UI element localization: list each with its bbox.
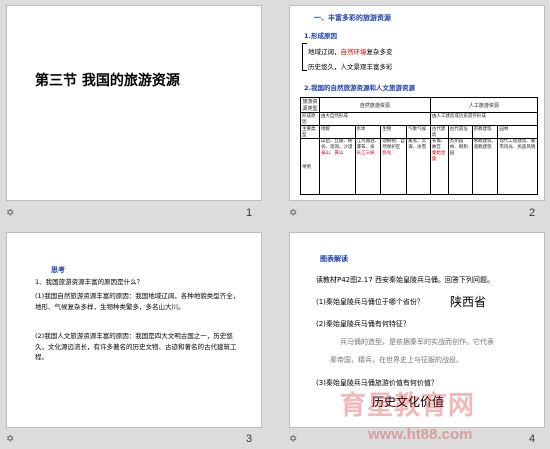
question: 读教材P42图2.17 西安秦始皇陵兵马俑。回答下列问题。 [316,276,494,284]
table-cell: 古代遗址 [447,125,473,139]
table-cell: 佛教建筑、道教建筑 [471,138,499,195]
table-cell: 气象气候 [406,125,431,139]
answer-paragraph: (1)我国自然旅游资源丰富的原因：我国地域辽阔，各种地貌类型齐全，地形、气候复杂… [35,292,240,311]
slide-number: 1 [246,207,253,219]
table-cell: 现代工程建筑、都市风光、民族风情 [497,138,538,195]
answer-paragraph: (2)我国人文旅游资源丰富的原因：我国是四大文明古国之一，历史悠久，文化源远流长… [35,332,237,361]
sub-heading: 1.形成原因 [304,32,337,40]
slide-star-icon: ✡ [289,208,298,219]
slide-star-icon: ✡ [6,434,15,445]
table-cell: 苏州园林、颐和园 [447,138,473,195]
slide-heading: 图表解读 [320,255,348,263]
table-cell: 长城、故宫 秦始皇陵 [429,138,449,195]
watermark-text: 育星教育网 [340,391,476,421]
table-header: 旅游资源类型 [300,97,320,113]
slide-title: 第三节 我国的旅游资源 [35,73,180,89]
slide-star-icon: ✡ [289,434,298,445]
table-header: 人工旅游资源 [429,97,539,113]
table-cell: 园林 [497,125,538,139]
slide-star-icon: ✡ [6,208,15,219]
cause-line-2: 历史悠久，人文景观丰富多彩 [308,63,393,71]
slide-3[interactable]: 思考 1、我国旅游资源丰富的原因是什么？ (1)我国自然旅游资源丰富的原因：我国… [6,232,262,428]
answer-line: 秦帝国，精兵，在世界史上与征服的战役。 [330,356,463,364]
table-cell: 生物 [380,125,408,139]
table-cell: 水体 [354,125,382,139]
table-cell: 古代建筑 [429,125,449,139]
table-cell: 由大自然形成 [318,112,431,126]
table-cell: 举例 [300,138,320,195]
table-cell: 由人工建造或历史遗存形成 [429,112,539,126]
slide-heading: 思考 [51,266,65,274]
slide-2[interactable]: 一、丰富多彩的旅游资源 1.形成原因 地域辽阔，自然环境复杂多变 历史悠久，人文… [289,5,545,201]
table-cell: 形成原因 [300,112,320,126]
table-cell: 宗教建筑 [471,125,499,139]
question: (1)秦始皇陵兵马俑位于哪个省份？ [316,298,424,306]
sub-heading: 2.我国的自然旅游资源和人文旅游资源 [304,84,415,92]
table-cell: 主要类型 [300,125,320,139]
slide-heading: 一、丰富多彩的旅游资源 [314,14,391,22]
cause-line-1: 地域辽阔，自然环境复杂多变 [308,48,393,56]
answer: 陕西省 [450,295,487,309]
table-cell: 江河湖泊、瀑布、泉 长江三峡 [354,138,382,195]
table-header: 自然旅游资源 [318,97,431,113]
answer-line: 兵马俑的造型，是依据秦军的实战而创作。它代表 [340,338,494,346]
table-cell: 山岳、丘陵、峡谷、溶洞、沙漠 泰山、黄山 [318,138,356,195]
question: 1、我国旅游资源丰富的原因是什么？ [35,278,144,286]
slide-1[interactable]: 第三节 我国的旅游资源 [6,5,262,201]
slide-number: 4 [529,433,536,445]
bracket [302,43,307,71]
watermark-url: www.ht88.com [368,426,473,443]
slide-number: 3 [246,433,253,445]
table-cell: 地貌 [318,125,356,139]
resource-table: 旅游资源类型 自然旅游资源 人工旅游资源 形成原因 由大自然形成 由人工建造或历… [300,97,539,195]
question: (2)秦始皇陵兵马俑有何特征？ [316,320,410,328]
table-cell: 动植物、自然保护区 卧龙 [380,138,408,195]
slide-number: 2 [529,207,536,219]
table-cell: 雾凇、云海、冰雪 [406,138,431,195]
